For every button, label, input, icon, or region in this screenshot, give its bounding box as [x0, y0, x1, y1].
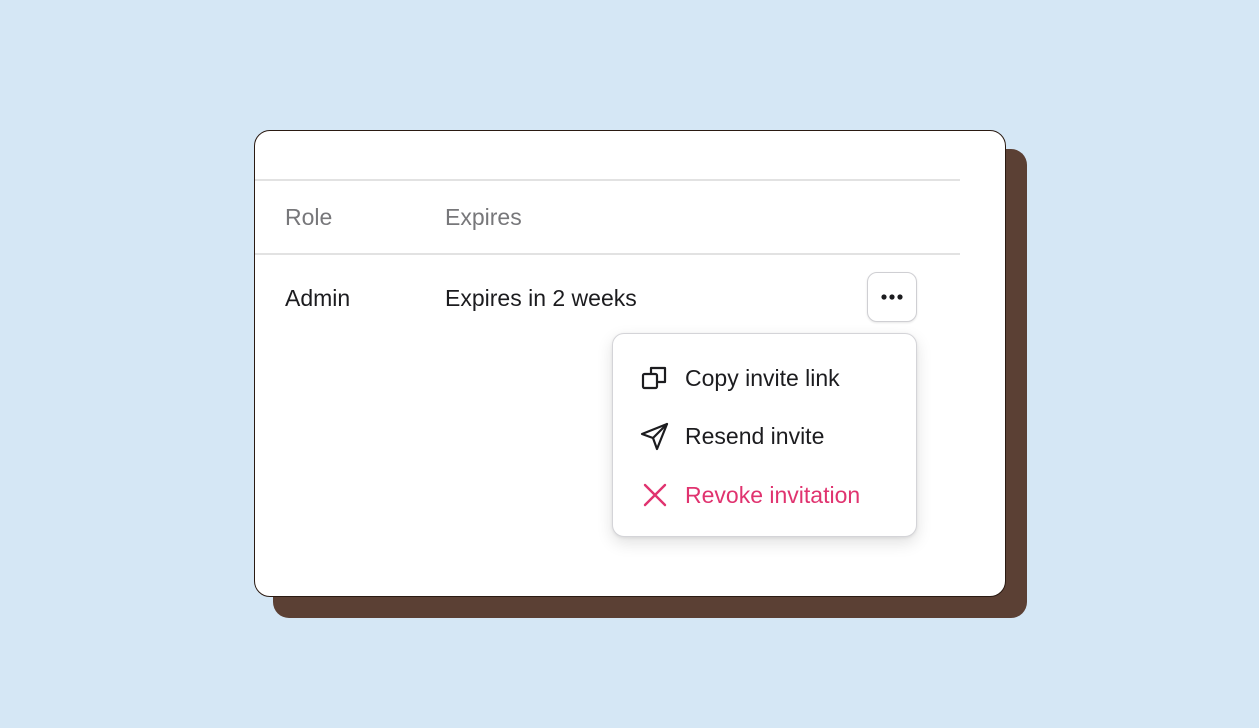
menu-item-label: Copy invite link [685, 365, 840, 391]
menu-item-resend-invite[interactable]: Resend invite [613, 410, 916, 462]
menu-item-revoke-invitation[interactable]: Revoke invitation [613, 469, 916, 521]
row-actions-menu: Copy invite link Resend invite Revoke in… [612, 333, 917, 537]
row-actions-button[interactable] [867, 272, 917, 322]
menu-item-copy-invite-link[interactable]: Copy invite link [613, 352, 916, 404]
close-icon [640, 480, 670, 510]
more-horizontal-icon [880, 293, 904, 301]
divider [255, 179, 960, 181]
role-cell: Admin [285, 285, 351, 311]
expires-cell: Expires in 2 weeks [445, 285, 637, 311]
copy-icon [640, 363, 670, 393]
divider [255, 253, 960, 255]
menu-item-label: Resend invite [685, 423, 825, 449]
send-icon [640, 421, 670, 451]
column-header-expires: Expires [445, 204, 522, 230]
menu-item-label: Revoke invitation [685, 482, 861, 508]
column-header-role: Role [285, 204, 333, 230]
